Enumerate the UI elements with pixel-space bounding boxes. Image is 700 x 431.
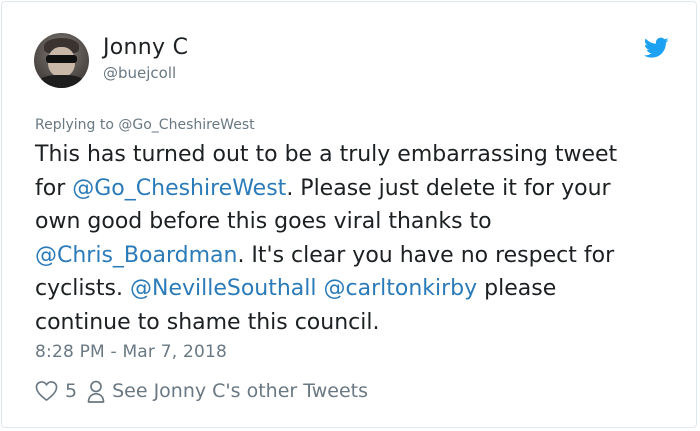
tweet-text: This has turned out to be a truly embarr… — [35, 138, 685, 339]
tweet-line: own good before this goes viral thanks t… — [35, 205, 685, 239]
tweet-actions: 5 See Jonny C's other Tweets — [35, 377, 368, 405]
author-name[interactable]: Jonny C — [103, 35, 188, 60]
see-other-tweets-link[interactable]: See Jonny C's other Tweets — [112, 380, 368, 402]
heart-icon[interactable] — [35, 380, 58, 402]
tweet-timestamp[interactable]: 8:28 PM - Mar 7, 2018 — [35, 342, 227, 362]
person-icon — [87, 380, 105, 403]
mention-link[interactable]: @Chris_Boardman — [35, 243, 237, 268]
tweet-text-segment: for — [35, 175, 73, 201]
avatar-shoulders — [38, 75, 85, 88]
tweet-text-segment: . Please just delete it for your — [286, 175, 611, 201]
replying-to: Replying to @Go_CheshireWest — [35, 117, 255, 133]
tweet-text-segment: This has turned out to be a truly embarr… — [35, 142, 618, 167]
tweet-text-segment: cyclists. — [35, 276, 130, 301]
replying-to-link[interactable]: @Go_CheshireWest — [118, 117, 254, 133]
tweet-text-segment: please — [477, 276, 557, 301]
author-avatar[interactable] — [34, 33, 89, 88]
tweet-text-segment — [317, 276, 324, 301]
tweet-line: @Chris_Boardman. It's clear you have no … — [35, 239, 685, 273]
author-handle[interactable]: @buejcoll — [103, 64, 176, 82]
tweet-text-segment: . It's clear you have no respect for — [237, 242, 615, 268]
tweet-text-segment: own good before this goes viral thanks t… — [35, 209, 492, 234]
twitter-bird-icon[interactable] — [644, 37, 669, 59]
replying-label: Replying to — [35, 117, 114, 133]
tweet-line: This has turned out to be a truly embarr… — [35, 138, 685, 172]
tweet-line: continue to shame this council. — [35, 306, 685, 340]
avatar-sunglasses — [46, 55, 77, 63]
mention-link[interactable]: @Go_CheshireWest — [72, 176, 286, 201]
tweet-text-segment: continue to shame this council. — [35, 309, 380, 335]
tweet-line: cyclists. @NevilleSouthall @carltonkirby… — [35, 272, 685, 306]
mention-link[interactable]: @carltonkirby — [324, 276, 478, 301]
mention-link[interactable]: @NevilleSouthall — [130, 276, 317, 301]
like-count[interactable]: 5 — [65, 380, 77, 402]
tweet-line: for @Go_CheshireWest. Please just delete… — [35, 172, 685, 206]
tweet-card: Jonny C @buejcoll Replying to @Go_Cheshi… — [1, 1, 697, 428]
